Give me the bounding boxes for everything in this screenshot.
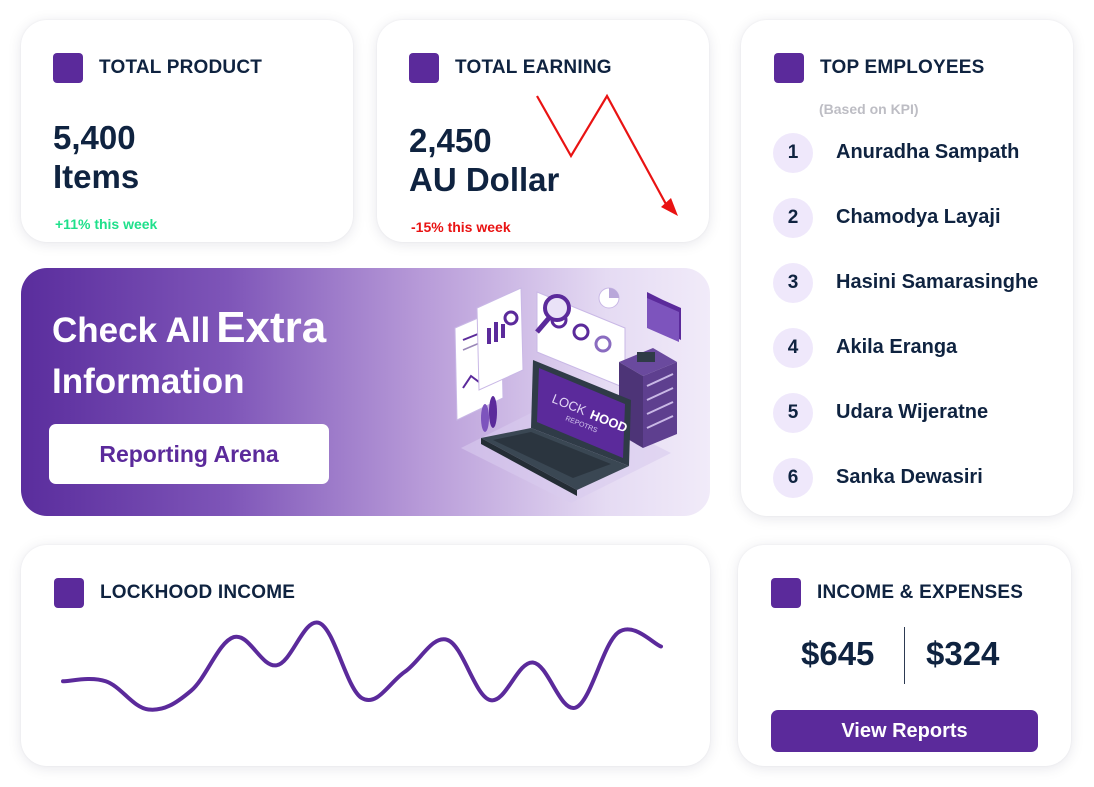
total-earning-card: TOTAL EARNING 2,450 AU Dollar -15% this …: [377, 20, 709, 242]
rank-badge: 1: [773, 132, 813, 173]
employee-name: Udara Wijeratne: [836, 401, 989, 423]
promo-banner: Check All Extra Information Reporting Are…: [21, 268, 710, 516]
income-expenses-card: INCOME & EXPENSES $645 $324 View Reports: [738, 545, 1071, 766]
total-product-delta: +11% this week: [55, 216, 158, 232]
lockhood-income-card: LOCKHOOD INCOME: [21, 545, 710, 766]
employee-row[interactable]: 4 Akila Eranga: [773, 315, 1038, 380]
lockhood-income-header: LOCKHOOD INCOME: [54, 578, 295, 608]
total-earning-value: 2,450: [409, 122, 492, 159]
employee-row[interactable]: 6 Sanka Dewasiri: [773, 445, 1038, 510]
square-icon: [409, 53, 439, 83]
employee-name: Anuradha Sampath: [836, 141, 1020, 163]
rank-badge: 4: [773, 327, 813, 368]
total-product-title: TOTAL PRODUCT: [99, 57, 263, 78]
rank-badge: 2: [773, 197, 813, 238]
employee-row[interactable]: 3 Hasini Samarasinghe: [773, 250, 1038, 315]
employee-name: Chamodya Layaji: [836, 206, 1001, 228]
employee-row[interactable]: 1 Anuradha Sampath: [773, 120, 1038, 185]
total-earning-title: TOTAL EARNING: [455, 57, 612, 78]
expenses-value: $324: [926, 635, 1000, 672]
banner-heading-line2: Information: [52, 362, 245, 401]
top-employees-subtitle: (Based on KPI): [819, 101, 919, 117]
square-icon: [771, 578, 801, 608]
view-reports-button[interactable]: View Reports: [771, 710, 1038, 752]
banner-heading-part2: Extra: [216, 303, 327, 352]
banner-heading-part1: Check All: [52, 311, 211, 350]
income-value: $645: [801, 635, 875, 672]
total-earning-header: TOTAL EARNING: [409, 53, 612, 83]
total-product-card: TOTAL PRODUCT 5,400 Items +11% this week: [21, 20, 353, 242]
employee-name: Hasini Samarasinghe: [836, 271, 1039, 293]
rank-badge: 3: [773, 262, 813, 303]
square-icon: [54, 578, 84, 608]
income-series-line: [61, 620, 663, 712]
banner-heading: Check All Extra Information: [52, 306, 326, 404]
rank-badge: 5: [773, 392, 813, 433]
employee-name: Sanka Dewasiri: [836, 466, 983, 488]
reporting-arena-button[interactable]: Reporting Arena: [49, 424, 329, 484]
report-sheet-icon: [476, 287, 524, 391]
income-expenses-title: INCOME & EXPENSES: [817, 582, 1024, 603]
income-expenses-values: $645 $324: [738, 627, 1071, 685]
total-earning-delta: -15% this week: [411, 219, 511, 235]
income-expenses-header: INCOME & EXPENSES: [771, 578, 1023, 608]
rank-badge: 6: [773, 457, 813, 498]
square-icon: [774, 53, 804, 83]
employee-list: 1 Anuradha Sampath 2 Chamodya Layaji 3 H…: [773, 120, 1038, 510]
folder-icon: [647, 292, 681, 342]
top-employees-card: TOP EMPLOYEES (Based on KPI) 1 Anuradha …: [741, 20, 1073, 516]
employee-row[interactable]: 5 Udara Wijeratne: [773, 380, 1038, 445]
lockhood-income-title: LOCKHOOD INCOME: [100, 582, 296, 603]
total-product-header: TOTAL PRODUCT: [53, 53, 262, 83]
top-employees-header: TOP EMPLOYEES: [774, 53, 985, 83]
divider: [904, 627, 905, 684]
total-product-value-block: 5,400 Items: [53, 118, 139, 196]
reports-laptop-illustration: LOCK HOOD REPOTRS: [454, 287, 681, 503]
employee-row[interactable]: 2 Chamodya Layaji: [773, 185, 1038, 250]
square-icon: [53, 53, 83, 83]
total-earning-value-block: 2,450 AU Dollar: [409, 121, 559, 199]
total-product-value: 5,400: [53, 119, 136, 156]
total-earning-unit: AU Dollar: [409, 161, 560, 198]
pie-chart-icon: [598, 287, 620, 309]
total-product-unit: Items: [53, 158, 140, 195]
employee-name: Akila Eranga: [836, 336, 958, 358]
top-employees-title: TOP EMPLOYEES: [820, 57, 985, 78]
